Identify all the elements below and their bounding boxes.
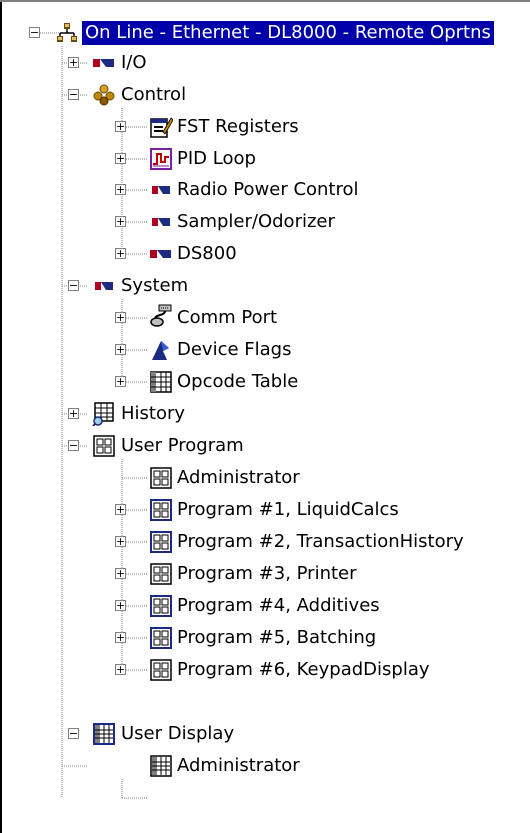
program-grid-icon (149, 530, 173, 554)
system-collapse-toggle[interactable]: − (68, 280, 79, 291)
network-root-icon (55, 21, 79, 45)
history-expand-toggle[interactable]: + (68, 408, 79, 419)
tree-item-control[interactable]: Control (118, 83, 189, 107)
tree-item-program-2[interactable]: Program #2, TransactionHistory (174, 530, 467, 554)
comm-port-icon (149, 304, 173, 328)
program-5-expand-toggle[interactable]: + (115, 632, 126, 643)
user-display-collapse-toggle[interactable]: − (68, 728, 79, 739)
tree-view-panel: − On Line - Ethernet - DL8000 - Remote O… (0, 0, 530, 833)
tree-item-program-4[interactable]: Program #4, Additives (174, 594, 383, 618)
radio-power-icon (149, 178, 173, 202)
control-collapse-toggle[interactable]: − (68, 89, 79, 100)
io-module-icon (92, 51, 116, 75)
root-collapse-toggle[interactable]: − (29, 27, 40, 38)
ds800-icon (149, 242, 173, 266)
tree-item-ds800[interactable]: DS800 (174, 242, 240, 266)
program-grid-icon (149, 594, 173, 618)
tree-item-radio-power-control[interactable]: Radio Power Control (174, 178, 362, 202)
program-grid-icon (149, 498, 173, 522)
pid-loop-expand-toggle[interactable]: + (115, 153, 126, 164)
user-display-icon (92, 722, 116, 746)
tree-item-pid-loop[interactable]: PID Loop (174, 147, 259, 171)
tree-item-comm-port[interactable]: Comm Port (174, 306, 280, 330)
io-expand-toggle[interactable]: + (68, 57, 79, 68)
user-program-collapse-toggle[interactable]: − (68, 440, 79, 451)
tree-item-program-6[interactable]: Program #6, KeypadDisplay (174, 658, 433, 682)
fst-registers-expand-toggle[interactable]: + (115, 121, 126, 132)
opcode-table-expand-toggle[interactable]: + (115, 376, 126, 387)
pid-loop-icon (149, 147, 173, 171)
tree-item-display-administrator[interactable]: Administrator (174, 754, 303, 778)
display-table-icon (149, 754, 173, 778)
tree-item-user-display[interactable]: User Display (118, 722, 237, 746)
tree-item-program-5[interactable]: Program #5, Batching (174, 626, 379, 650)
tree-item-user-program[interactable]: User Program (118, 434, 247, 458)
tree-item-history[interactable]: History (118, 402, 188, 426)
tree-item-fst-registers[interactable]: FST Registers (174, 115, 302, 139)
tree-item-program-1[interactable]: Program #1, LiquidCalcs (174, 498, 402, 522)
program-4-expand-toggle[interactable]: + (115, 600, 126, 611)
program-grid-icon (149, 562, 173, 586)
opcode-table-icon (149, 370, 173, 394)
radio-power-expand-toggle[interactable]: + (115, 184, 126, 195)
program-6-expand-toggle[interactable]: + (115, 664, 126, 675)
program-1-expand-toggle[interactable]: + (115, 504, 126, 515)
tree-item-program-3[interactable]: Program #3, Printer (174, 562, 360, 586)
tree-root-label[interactable]: On Line - Ethernet - DL8000 - Remote Opr… (82, 21, 494, 45)
user-program-icon (92, 434, 116, 458)
device-flags-expand-toggle[interactable]: + (115, 344, 126, 355)
system-icon (92, 274, 116, 298)
tree-item-sampler-odorizer[interactable]: Sampler/Odorizer (174, 210, 338, 234)
fst-registers-icon (149, 115, 173, 139)
control-cluster-icon (92, 83, 116, 107)
tree-item-system[interactable]: System (118, 274, 191, 298)
device-tree: − On Line - Ethernet - DL8000 - Remote O… (0, 0, 530, 833)
tree-item-io[interactable]: I/O (118, 51, 150, 75)
program-3-expand-toggle[interactable]: + (115, 568, 126, 579)
sampler-icon (149, 210, 173, 234)
comm-port-expand-toggle[interactable]: + (115, 312, 126, 323)
program-2-expand-toggle[interactable]: + (115, 536, 126, 547)
program-grid-icon (149, 626, 173, 650)
history-icon (92, 402, 116, 426)
program-grid-icon (149, 466, 173, 490)
tree-item-program-administrator[interactable]: Administrator (174, 466, 303, 490)
tree-item-device-flags[interactable]: Device Flags (174, 338, 294, 362)
tree-item-opcode-table[interactable]: Opcode Table (174, 370, 301, 394)
ds800-expand-toggle[interactable]: + (115, 248, 126, 259)
device-flags-icon (149, 338, 173, 362)
sampler-expand-toggle[interactable]: + (115, 216, 126, 227)
program-grid-icon (149, 658, 173, 682)
